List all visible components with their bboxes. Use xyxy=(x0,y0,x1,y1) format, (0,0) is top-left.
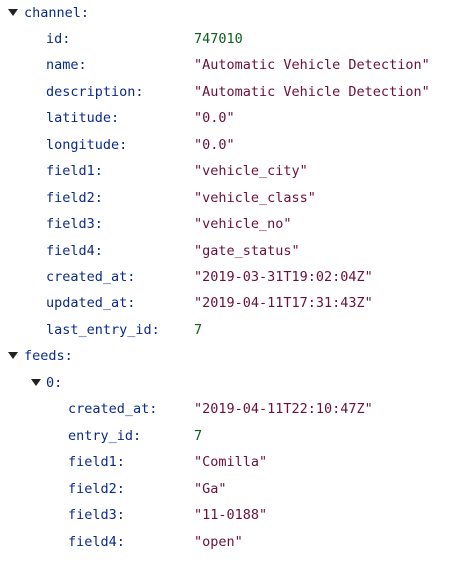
field-key: created_at: xyxy=(68,401,158,417)
feeds-key: feeds: xyxy=(24,348,73,364)
triangle-down-icon[interactable] xyxy=(8,9,18,16)
field-value: "Automatic Vehicle Detection" xyxy=(194,57,430,73)
field-value: "2019-04-11T22:10:47Z" xyxy=(194,401,373,417)
field-value: "gate_status" xyxy=(194,243,300,259)
field-key: updated_at: xyxy=(46,295,136,311)
field-key: field1: xyxy=(46,163,103,179)
feed-item-key: 0: xyxy=(46,375,63,391)
field-value: "vehicle_city" xyxy=(194,163,308,179)
field-key: description: xyxy=(46,84,144,100)
field-key: longitude: xyxy=(46,137,128,153)
field-value: "2019-04-11T17:31:43Z" xyxy=(194,295,373,311)
field-value: "0.0" xyxy=(194,110,235,126)
field-value: "Automatic Vehicle Detection" xyxy=(194,84,430,100)
field-value: "vehicle_class" xyxy=(194,190,316,206)
field-value: "2019-03-31T19:02:04Z" xyxy=(194,269,373,285)
field-value: "Ga" xyxy=(194,481,227,497)
field-value: 7 xyxy=(194,322,203,338)
field-key: latitude: xyxy=(46,110,120,126)
channel-key: channel: xyxy=(24,5,90,21)
field-key: field1: xyxy=(68,454,125,470)
field-key: entry_id: xyxy=(68,428,142,444)
field-value: "Comilla" xyxy=(194,454,268,470)
triangle-down-icon[interactable] xyxy=(31,379,41,386)
field-key: field4: xyxy=(46,243,103,259)
field-value: "0.0" xyxy=(194,137,235,153)
field-key: field3: xyxy=(46,216,103,232)
field-key: created_at: xyxy=(46,269,136,285)
field-key: field2: xyxy=(68,481,125,497)
field-key: field2: xyxy=(46,190,103,206)
field-value: 7 xyxy=(194,428,203,444)
field-key: id: xyxy=(46,31,71,47)
field-value: "open" xyxy=(194,534,243,550)
field-value: 747010 xyxy=(194,31,243,47)
triangle-down-icon[interactable] xyxy=(8,352,18,359)
field-value: "vehicle_no" xyxy=(194,216,292,232)
field-key: name: xyxy=(46,57,87,73)
field-value: "11-0188" xyxy=(194,507,268,523)
field-key: field3: xyxy=(68,507,125,523)
field-key: field4: xyxy=(68,534,125,550)
field-key: last_entry_id: xyxy=(46,322,160,338)
